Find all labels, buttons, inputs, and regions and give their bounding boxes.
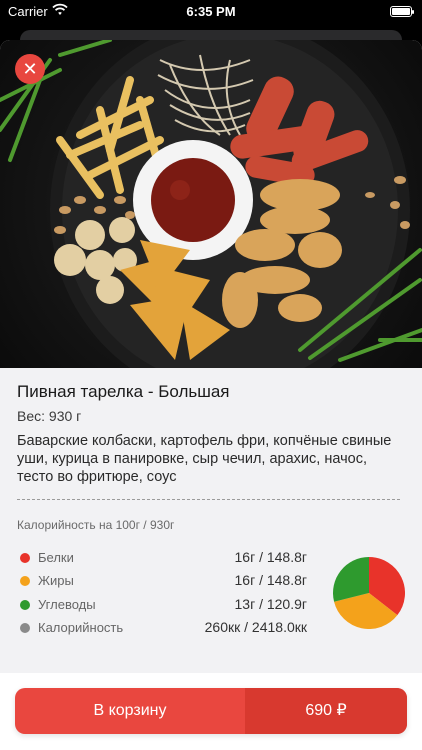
- nutrition-value: 260кк / 2418.0кк: [204, 619, 307, 635]
- price-label: 690 ₽: [245, 688, 407, 734]
- status-time: 6:35 PM: [186, 4, 236, 19]
- battery-icon: [390, 6, 414, 17]
- fat-dot: [20, 576, 30, 586]
- nutrition-pie-chart: [333, 557, 405, 629]
- calories-dot: [20, 623, 30, 633]
- protein-dot: [20, 553, 30, 563]
- product-description: Баварские колбаски, картофель фри, копчё…: [17, 433, 392, 485]
- add-to-cart-label: В корзину: [93, 702, 167, 719]
- nutrition-label: Белки: [38, 550, 74, 565]
- product-title: Пивная тарелка - Большая: [17, 382, 230, 401]
- close-icon: ✕: [22, 59, 38, 79]
- nutrition-row-calories: Калорийность 260кк / 2418.0кк: [17, 619, 307, 639]
- nutrition-caption: Калорийность на 100г / 930г: [17, 518, 175, 532]
- nutrition-row-fat: Жиры 16г / 148.8г: [17, 572, 307, 592]
- product-info: Пивная тарелка - Большая Вес: 930 г Бава…: [0, 368, 422, 668]
- product-card: ✕ Пивная тарелка - Большая Вес: 930 г Ба…: [0, 40, 422, 750]
- product-weight: Вес: 930 г: [17, 408, 82, 424]
- nutrition-label: Жиры: [38, 573, 74, 588]
- food-platter-image: ✕: [0, 40, 422, 368]
- add-to-cart-button[interactable]: В корзину 690 ₽: [15, 688, 407, 734]
- nutrition-value: 16г / 148.8г: [234, 572, 308, 588]
- carbs-dot: [20, 600, 30, 610]
- nutrition-label: Калорийность: [38, 620, 124, 635]
- nutrition-value: 16г / 148.8г: [234, 549, 308, 565]
- bottom-bar: В корзину 690 ₽: [0, 673, 422, 750]
- divider: [17, 499, 400, 500]
- nutrition-label: Углеводы: [38, 597, 96, 612]
- close-button[interactable]: ✕: [15, 54, 45, 84]
- nutrition-row-protein: Белки 16г / 148.8г: [17, 549, 307, 569]
- nutrition-row-carbs: Углеводы 13г / 120.9г: [17, 596, 307, 616]
- status-bar: Carrier 6:35 PM: [0, 0, 422, 24]
- nutrition-value: 13г / 120.9г: [234, 596, 308, 612]
